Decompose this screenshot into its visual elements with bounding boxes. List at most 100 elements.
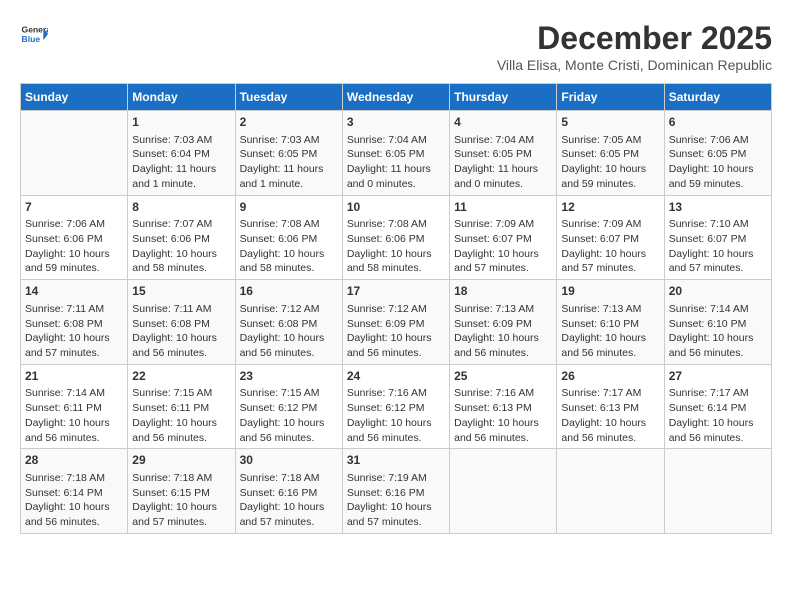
day-number: 26	[561, 368, 659, 385]
day-info-line: Sunrise: 7:15 AM	[132, 386, 230, 401]
day-number: 13	[669, 199, 767, 216]
day-info-line: Sunrise: 7:05 AM	[561, 133, 659, 148]
calendar-day-cell: 25Sunrise: 7:16 AMSunset: 6:13 PMDayligh…	[450, 364, 557, 449]
day-number: 17	[347, 283, 445, 300]
day-info-line: Sunset: 6:11 PM	[132, 401, 230, 416]
day-info-line: and 56 minutes.	[669, 431, 767, 446]
calendar-day-cell: 5Sunrise: 7:05 AMSunset: 6:05 PMDaylight…	[557, 111, 664, 196]
day-info-line: Daylight: 10 hours	[132, 247, 230, 262]
day-info-line: Daylight: 10 hours	[240, 416, 338, 431]
calendar-day-cell: 10Sunrise: 7:08 AMSunset: 6:06 PMDayligh…	[342, 195, 449, 280]
day-info-line: Daylight: 10 hours	[454, 247, 552, 262]
day-info-line: and 56 minutes.	[132, 431, 230, 446]
day-info-line: Sunrise: 7:16 AM	[454, 386, 552, 401]
day-info-line: Daylight: 10 hours	[561, 416, 659, 431]
svg-text:Blue: Blue	[22, 34, 41, 44]
day-number: 31	[347, 452, 445, 469]
day-info-line: and 57 minutes.	[669, 261, 767, 276]
calendar-day-cell: 2Sunrise: 7:03 AMSunset: 6:05 PMDaylight…	[235, 111, 342, 196]
calendar-day-cell: 16Sunrise: 7:12 AMSunset: 6:08 PMDayligh…	[235, 280, 342, 365]
calendar-day-cell: 18Sunrise: 7:13 AMSunset: 6:09 PMDayligh…	[450, 280, 557, 365]
day-info-line: Sunrise: 7:11 AM	[132, 302, 230, 317]
calendar-day-cell: 22Sunrise: 7:15 AMSunset: 6:11 PMDayligh…	[128, 364, 235, 449]
day-info-line: Sunrise: 7:18 AM	[25, 471, 123, 486]
day-info-line: and 58 minutes.	[240, 261, 338, 276]
day-info-line: Daylight: 10 hours	[669, 162, 767, 177]
day-info-line: Daylight: 10 hours	[347, 331, 445, 346]
day-number: 25	[454, 368, 552, 385]
day-info-line: and 56 minutes.	[454, 346, 552, 361]
day-info-line: Sunrise: 7:18 AM	[132, 471, 230, 486]
calendar-day-cell: 9Sunrise: 7:08 AMSunset: 6:06 PMDaylight…	[235, 195, 342, 280]
calendar-day-cell: 26Sunrise: 7:17 AMSunset: 6:13 PMDayligh…	[557, 364, 664, 449]
day-info-line: and 59 minutes.	[561, 177, 659, 192]
calendar-table: SundayMondayTuesdayWednesdayThursdayFrid…	[20, 83, 772, 534]
weekday-header: Tuesday	[235, 84, 342, 111]
day-info-line: Sunrise: 7:07 AM	[132, 217, 230, 232]
day-info-line: and 56 minutes.	[561, 346, 659, 361]
day-info-line: Daylight: 10 hours	[454, 331, 552, 346]
day-info-line: Sunrise: 7:11 AM	[25, 302, 123, 317]
calendar-day-cell: 31Sunrise: 7:19 AMSunset: 6:16 PMDayligh…	[342, 449, 449, 534]
day-info-line: Daylight: 10 hours	[347, 416, 445, 431]
day-info-line: Sunset: 6:05 PM	[347, 147, 445, 162]
day-info-line: and 56 minutes.	[25, 431, 123, 446]
day-info-line: and 58 minutes.	[132, 261, 230, 276]
day-info-line: Sunset: 6:13 PM	[454, 401, 552, 416]
weekday-header: Friday	[557, 84, 664, 111]
day-number: 22	[132, 368, 230, 385]
day-info-line: Sunrise: 7:15 AM	[240, 386, 338, 401]
day-info-line: Sunset: 6:10 PM	[561, 317, 659, 332]
day-info-line: Sunset: 6:16 PM	[347, 486, 445, 501]
calendar-day-cell: 7Sunrise: 7:06 AMSunset: 6:06 PMDaylight…	[21, 195, 128, 280]
calendar-header-row: SundayMondayTuesdayWednesdayThursdayFrid…	[21, 84, 772, 111]
day-number: 11	[454, 199, 552, 216]
day-number: 8	[132, 199, 230, 216]
day-info-line: Daylight: 10 hours	[25, 247, 123, 262]
day-info-line: Daylight: 11 hours	[240, 162, 338, 177]
day-info-line: and 56 minutes.	[132, 346, 230, 361]
calendar-day-cell: 15Sunrise: 7:11 AMSunset: 6:08 PMDayligh…	[128, 280, 235, 365]
day-info-line: and 56 minutes.	[347, 431, 445, 446]
calendar-day-cell: 24Sunrise: 7:16 AMSunset: 6:12 PMDayligh…	[342, 364, 449, 449]
weekday-header: Saturday	[664, 84, 771, 111]
month-title: December 2025	[497, 20, 772, 57]
day-number: 12	[561, 199, 659, 216]
location-subtitle: Villa Elisa, Monte Cristi, Dominican Rep…	[497, 57, 772, 73]
day-number: 18	[454, 283, 552, 300]
day-number: 4	[454, 114, 552, 131]
day-info-line: and 58 minutes.	[347, 261, 445, 276]
day-info-line: Daylight: 11 hours	[454, 162, 552, 177]
day-info-line: Sunset: 6:05 PM	[240, 147, 338, 162]
calendar-day-cell	[557, 449, 664, 534]
day-number: 15	[132, 283, 230, 300]
weekday-header: Thursday	[450, 84, 557, 111]
day-info-line: Sunset: 6:12 PM	[347, 401, 445, 416]
calendar-day-cell: 27Sunrise: 7:17 AMSunset: 6:14 PMDayligh…	[664, 364, 771, 449]
day-info-line: Sunset: 6:13 PM	[561, 401, 659, 416]
day-number: 10	[347, 199, 445, 216]
calendar-day-cell: 21Sunrise: 7:14 AMSunset: 6:11 PMDayligh…	[21, 364, 128, 449]
day-info-line: and 56 minutes.	[240, 346, 338, 361]
day-info-line: Sunset: 6:11 PM	[25, 401, 123, 416]
day-info-line: Sunset: 6:05 PM	[669, 147, 767, 162]
calendar-week-row: 7Sunrise: 7:06 AMSunset: 6:06 PMDaylight…	[21, 195, 772, 280]
day-info-line: Sunset: 6:09 PM	[347, 317, 445, 332]
calendar-day-cell: 6Sunrise: 7:06 AMSunset: 6:05 PMDaylight…	[664, 111, 771, 196]
day-info-line: Sunset: 6:05 PM	[454, 147, 552, 162]
weekday-header: Monday	[128, 84, 235, 111]
calendar-day-cell	[450, 449, 557, 534]
day-info-line: and 56 minutes.	[347, 346, 445, 361]
logo-icon: General Blue	[20, 20, 48, 48]
day-info-line: Sunrise: 7:14 AM	[25, 386, 123, 401]
day-info-line: Daylight: 10 hours	[561, 162, 659, 177]
day-info-line: Sunrise: 7:06 AM	[669, 133, 767, 148]
day-info-line: and 57 minutes.	[132, 515, 230, 530]
calendar-day-cell: 4 Sunrise: 7:04 AMSunset: 6:05 PMDaylight…	[450, 111, 557, 196]
logo: General Blue	[20, 20, 48, 48]
calendar-day-cell: 14Sunrise: 7:11 AMSunset: 6:08 PMDayligh…	[21, 280, 128, 365]
calendar-day-cell	[664, 449, 771, 534]
day-info-line: Sunrise: 7:16 AM	[347, 386, 445, 401]
day-info-line: Sunrise: 7:04 AM	[454, 133, 552, 148]
day-info-line: Sunset: 6:09 PM	[454, 317, 552, 332]
